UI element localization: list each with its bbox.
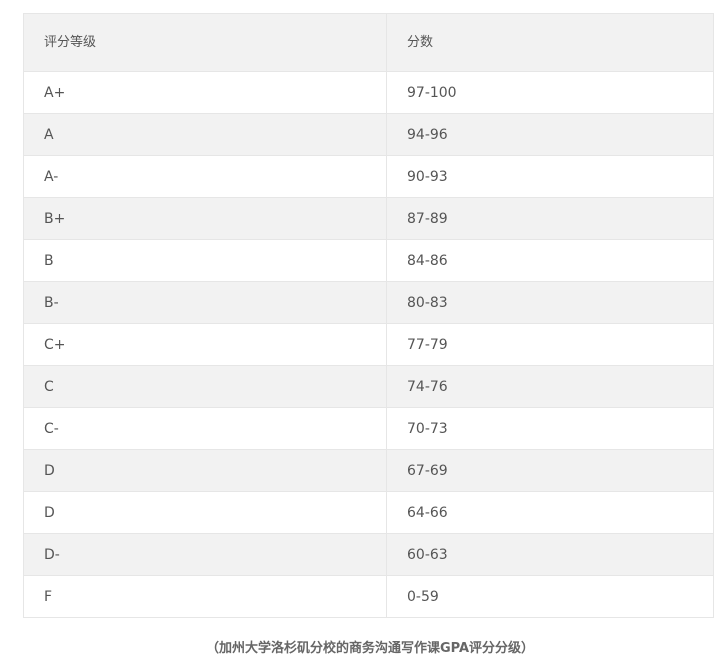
table-row: B 84-86 — [23, 239, 714, 282]
table-row: D 64-66 — [23, 491, 714, 534]
score-cell: 64-66 — [386, 491, 714, 534]
score-cell: 84-86 — [386, 239, 714, 282]
score-cell: 60-63 — [386, 533, 714, 576]
grade-cell: B- — [23, 281, 387, 324]
table-row: A 94-96 — [23, 113, 714, 156]
grade-cell: D- — [23, 533, 387, 576]
table-row: A+ 97-100 — [23, 71, 714, 114]
grade-cell: D — [23, 449, 387, 492]
table-row: C- 70-73 — [23, 407, 714, 450]
grade-cell: A- — [23, 155, 387, 198]
score-cell: 67-69 — [386, 449, 714, 492]
header-score: 分数 — [386, 13, 714, 72]
grade-cell: F — [23, 575, 387, 618]
table-row: D 67-69 — [23, 449, 714, 492]
grade-cell: B — [23, 239, 387, 282]
grade-cell: C — [23, 365, 387, 408]
table-row: B+ 87-89 — [23, 197, 714, 240]
table-row: B- 80-83 — [23, 281, 714, 324]
score-cell: 80-83 — [386, 281, 714, 324]
table-header-row: 评分等级 分数 — [23, 13, 714, 72]
score-cell: 90-93 — [386, 155, 714, 198]
grade-cell: B+ — [23, 197, 387, 240]
grade-cell: C+ — [23, 323, 387, 366]
table-caption: （加州大学洛杉矶分校的商务沟通写作课GPA评分分级） — [205, 641, 535, 656]
score-cell: 87-89 — [386, 197, 714, 240]
score-cell: 97-100 — [386, 71, 714, 114]
score-cell: 94-96 — [386, 113, 714, 156]
score-cell: 77-79 — [386, 323, 714, 366]
score-cell: 74-76 — [386, 365, 714, 408]
grade-cell: A+ — [23, 71, 387, 114]
table-row: D- 60-63 — [23, 533, 714, 576]
score-cell: 0-59 — [386, 575, 714, 618]
table-row: C 74-76 — [23, 365, 714, 408]
grade-cell: D — [23, 491, 387, 534]
table-row: C+ 77-79 — [23, 323, 714, 366]
score-cell: 70-73 — [386, 407, 714, 450]
table-row: F 0-59 — [23, 575, 714, 618]
grade-cell: C- — [23, 407, 387, 450]
gpa-grade-table: 评分等级 分数 A+ 97-100 A 94-96 A- 90-93 B+ 87… — [23, 13, 714, 618]
grade-cell: A — [23, 113, 387, 156]
header-grade: 评分等级 — [23, 13, 387, 72]
table-row: A- 90-93 — [23, 155, 714, 198]
